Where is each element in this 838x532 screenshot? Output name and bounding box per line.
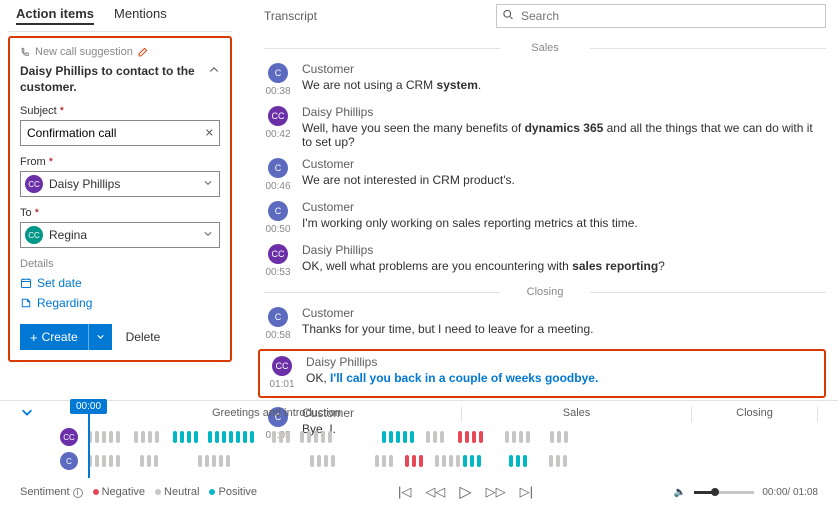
transcript-entry[interactable]: C 00:50 Customer I'm working only working… [264, 200, 826, 235]
speaker-name: Daisy Phillips [302, 105, 826, 119]
tab-action-items[interactable]: Action items [16, 4, 94, 25]
time-display: 00:00/ 01:08 [762, 487, 818, 498]
timeline-track-agent[interactable] [88, 430, 818, 444]
section-divider-sales: Sales [264, 42, 826, 54]
search-input[interactable] [496, 4, 826, 28]
entry-time: 00:58 [265, 330, 290, 341]
create-split-icon[interactable] [88, 324, 112, 350]
skip-start-icon[interactable]: |◁ [398, 484, 411, 500]
avatar: CC [268, 106, 288, 126]
playhead[interactable]: 00:00 [70, 399, 107, 478]
avatar: C [268, 158, 288, 178]
transcript-entry[interactable]: CC 00:53 Dasiy Phillips OK, well what pro… [264, 243, 826, 278]
create-button[interactable]: + Create [20, 324, 112, 350]
entry-time: 00:50 [265, 224, 290, 235]
chevron-down-icon[interactable] [203, 178, 213, 191]
subject-label: Subject * [20, 105, 220, 117]
delete-link[interactable]: Delete [126, 330, 161, 344]
entry-time: 00:53 [265, 267, 290, 278]
rewind-icon[interactable]: ◁◁ [425, 484, 445, 500]
transcript-entry[interactable]: C 00:46 Customer We are not interested in… [264, 157, 826, 192]
forward-icon[interactable]: ▷▷ [486, 484, 506, 500]
clear-icon[interactable]: ✕ [205, 127, 214, 140]
speaker-name: Customer [302, 306, 594, 320]
speaker-name: Dasiy Phillips [302, 243, 665, 257]
phase-closing: Closing [692, 407, 818, 422]
entry-text: Thanks for your time, but I need to leav… [302, 322, 594, 336]
subject-input[interactable] [20, 120, 220, 146]
avatar: CC [25, 175, 43, 193]
transcript-entry[interactable]: CC 00:42 Daisy Phillips Well, have you se… [264, 105, 826, 149]
entry-time: 00:46 [265, 181, 290, 192]
entry-text: I'm working only working on sales report… [302, 216, 638, 230]
avatar: CC [268, 244, 288, 264]
entry-time: 00:42 [265, 129, 290, 140]
timeline: 00:00 Greetings and introduction Sales C… [0, 400, 838, 470]
from-label: From * [20, 156, 220, 168]
avatar: C [268, 307, 288, 327]
details-label: Details [20, 258, 220, 270]
phone-icon [20, 47, 31, 58]
to-label: To * [20, 207, 220, 219]
entry-time: 00:38 [265, 86, 290, 97]
transcript-entry[interactable]: C 00:58 Customer Thanks for your time, bu… [264, 306, 826, 341]
entry-text: We are not using a CRM system. [302, 78, 481, 92]
tab-mentions[interactable]: Mentions [114, 4, 167, 25]
to-input[interactable]: CC Regina [20, 222, 220, 248]
play-icon[interactable]: ▷ [459, 482, 471, 502]
sentiment-legend: Sentiment i Negative Neutral Positive [20, 486, 257, 498]
entry-text: We are not interested in CRM product's. [302, 173, 515, 187]
transcript-entry[interactable]: CC 01:01 Daisy Phillips OK, I'll call you… [264, 349, 826, 398]
phase-greetings: Greetings and introduction [92, 407, 462, 422]
skip-end-icon[interactable]: ▷| [520, 484, 533, 500]
speaker-name: Customer [302, 62, 481, 76]
action-item-card: New call suggestion Daisy Phillips to co… [8, 36, 232, 362]
collapse-icon[interactable] [208, 64, 220, 79]
avatar: C [268, 201, 288, 221]
edit-icon[interactable] [137, 47, 148, 58]
transcript-title: Transcript [264, 9, 317, 23]
speaker-name: Customer [302, 157, 515, 171]
phase-sales: Sales [462, 407, 692, 422]
regarding-link[interactable]: Regarding [20, 296, 220, 310]
regarding-icon [20, 297, 32, 309]
chevron-down-icon[interactable] [20, 405, 34, 422]
calendar-icon [20, 277, 32, 289]
set-date-link[interactable]: Set date [20, 276, 220, 290]
search-icon [502, 9, 514, 24]
transcript-entry[interactable]: C 00:38 Customer We are not using a CRM s… [264, 62, 826, 97]
chevron-down-icon[interactable] [203, 229, 213, 242]
speaker-name: Daisy Phillips [306, 355, 598, 369]
entry-time: 01:01 [269, 379, 294, 390]
volume-slider[interactable] [694, 491, 754, 494]
avatar: CC [25, 226, 43, 244]
volume-icon[interactable]: 🔈 [674, 487, 686, 498]
suggestion-label: New call suggestion [35, 46, 133, 58]
action-title: Daisy Phillips to contact to the custome… [20, 64, 200, 95]
speaker-name: Customer [302, 200, 638, 214]
section-divider-closing: Closing [264, 286, 826, 298]
from-input[interactable]: CC Daisy Phillips [20, 171, 220, 197]
avatar: C [268, 63, 288, 83]
entry-text: OK, I'll call you back in a couple of we… [306, 371, 598, 385]
entry-text: OK, well what problems are you encounter… [302, 259, 665, 273]
entry-text: Well, have you seen the many benefits of… [302, 121, 826, 149]
timeline-track-customer[interactable] [88, 454, 818, 468]
avatar: CC [272, 356, 292, 376]
tabs-bar: Action items Mentions [8, 0, 232, 32]
